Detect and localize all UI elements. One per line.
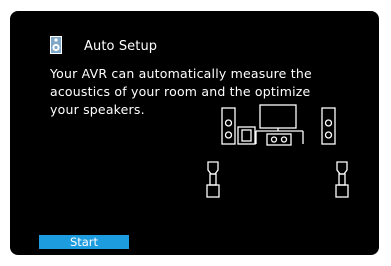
- speaker-icon: [50, 36, 62, 54]
- surround-left-speaker-icon: [206, 161, 220, 198]
- page-title: Auto Setup: [84, 39, 158, 54]
- center-speaker-icon: [266, 133, 292, 146]
- front-right-speaker-icon: [321, 107, 336, 145]
- start-button[interactable]: Start: [39, 235, 129, 249]
- subwoofer-icon: [237, 126, 256, 145]
- description-line-1: Your AVR can automatically measure the: [50, 66, 312, 81]
- auto-setup-screen: Auto Setup Your AVR can automatically me…: [10, 11, 379, 255]
- surround-right-speaker-icon: [335, 161, 349, 198]
- front-left-speaker-icon: [221, 107, 236, 145]
- speaker-layout-diagram: [206, 104, 349, 198]
- tv-icon: [255, 104, 304, 144]
